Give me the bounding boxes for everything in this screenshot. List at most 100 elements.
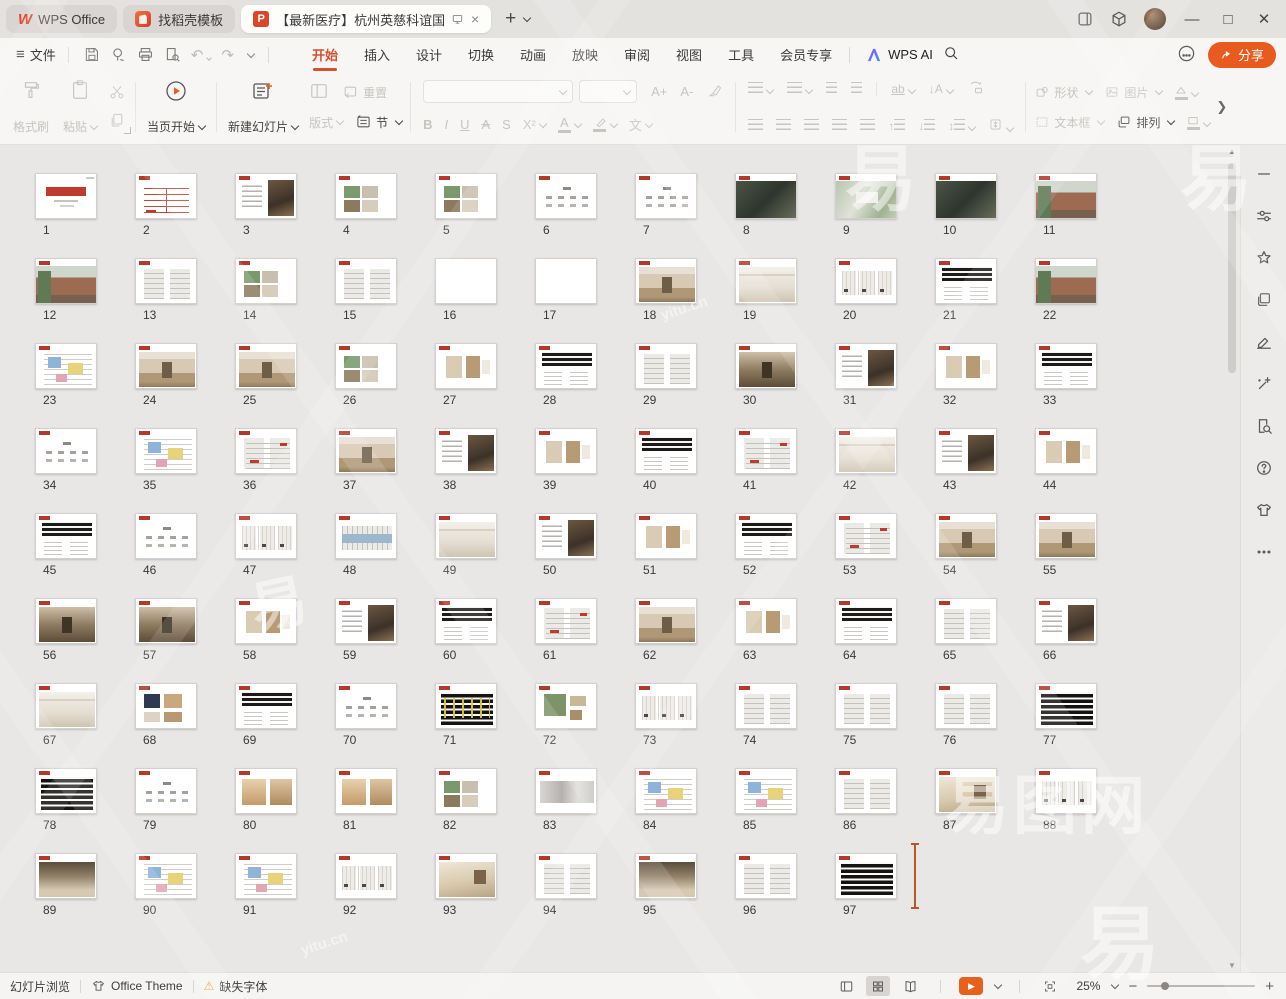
slide-thumbnail[interactable] (435, 598, 497, 644)
align-center-button[interactable] (776, 119, 791, 133)
3d-cube-icon[interactable] (1110, 10, 1128, 28)
slide-thumbnail[interactable] (335, 258, 397, 304)
char-spacing-button[interactable]: ab (891, 82, 914, 96)
slide-thumbnail[interactable] (935, 768, 997, 814)
view-mode-label[interactable]: 幻灯片浏览 (10, 978, 70, 995)
shapes-button[interactable]: 形状 (1034, 84, 1092, 101)
expand-ribbon-chevron[interactable]: ❯ (1216, 99, 1227, 115)
slide-thumbnail[interactable] (135, 853, 197, 899)
output-button[interactable] (110, 46, 127, 63)
slide-thumbnail[interactable] (635, 683, 697, 729)
italic-button[interactable]: I (444, 117, 448, 132)
slide-thumbnail[interactable] (1035, 598, 1097, 644)
print-button[interactable] (137, 46, 154, 63)
slide-thumbnail[interactable] (135, 598, 197, 644)
play-options-chevron[interactable] (994, 981, 1002, 989)
text-direction-button[interactable]: ↓A (929, 82, 953, 96)
slide-thumbnail[interactable] (835, 173, 897, 219)
slide-thumbnail[interactable] (935, 683, 997, 729)
service-icon[interactable] (1177, 44, 1196, 66)
tab-list-chevron-icon[interactable] (523, 14, 531, 22)
slide-thumbnail[interactable] (35, 853, 97, 899)
justify-button[interactable] (832, 119, 847, 133)
layout-button[interactable]: 版式 (309, 114, 343, 131)
slide-thumbnail[interactable] (235, 428, 297, 474)
zoom-value[interactable]: 25% (1070, 979, 1100, 993)
slide-thumbnail[interactable] (935, 598, 997, 644)
menu-item-插入[interactable]: 插入 (353, 40, 401, 69)
wps-ai-button[interactable]: WPS AI (866, 47, 933, 62)
slide-thumbnail[interactable] (1035, 768, 1097, 814)
clipboard-dialog-launcher[interactable] (124, 127, 131, 134)
spacing-decrease-button[interactable]: ↓ (918, 119, 935, 133)
font-color-button[interactable]: A (558, 116, 581, 133)
favorites-icon[interactable] (1255, 249, 1273, 267)
document-tab[interactable]: 找稻壳模板 (123, 5, 235, 33)
slide-thumbnail[interactable] (835, 853, 897, 899)
slide-sorter-view-button[interactable] (866, 976, 890, 996)
skin-icon[interactable] (1255, 501, 1273, 519)
new-slide-button[interactable]: 新建幻灯片 (221, 76, 305, 138)
slide-thumbnail[interactable] (535, 853, 597, 899)
file-menu-button[interactable]: ≡ 文件 (10, 45, 62, 64)
paste-button[interactable]: 粘贴 (56, 76, 104, 138)
menu-item-切换[interactable]: 切换 (457, 40, 505, 69)
collapse-icon[interactable] (1255, 165, 1273, 183)
smartart-convert-button[interactable] (967, 80, 984, 98)
slide-thumbnail[interactable] (735, 258, 797, 304)
menu-item-会员专享[interactable]: 会员专享 (769, 40, 843, 69)
slide-thumbnail[interactable] (435, 513, 497, 559)
slide-thumbnail[interactable] (635, 173, 697, 219)
slide-thumbnail[interactable] (535, 258, 597, 304)
slide-thumbnail[interactable] (835, 343, 897, 389)
slide-thumbnail[interactable] (1035, 173, 1097, 219)
slide-thumbnail[interactable] (635, 853, 697, 899)
slide-thumbnail[interactable] (135, 428, 197, 474)
layout-icon[interactable] (309, 82, 329, 103)
slide-thumbnail[interactable] (35, 513, 97, 559)
slide-thumbnail[interactable] (35, 343, 97, 389)
document-tab[interactable]: WWPS Office (6, 5, 117, 33)
slide-thumbnail[interactable] (135, 768, 197, 814)
slide-thumbnail[interactable] (735, 428, 797, 474)
decrease-font-button[interactable]: A- (680, 84, 693, 99)
undo-button[interactable]: ↶ (191, 46, 212, 64)
slide-thumbnail[interactable] (1035, 343, 1097, 389)
play-from-current-button[interactable]: 当页开始 (140, 76, 212, 138)
font-name-select[interactable] (423, 80, 573, 103)
spacing-increase-button[interactable]: ↑ (888, 119, 905, 133)
slide-thumbnail[interactable] (835, 428, 897, 474)
strikethrough-button[interactable]: S (502, 117, 511, 132)
slide-thumbnail[interactable] (335, 853, 397, 899)
slide-thumbnail[interactable] (835, 258, 897, 304)
slide-thumbnail[interactable] (735, 173, 797, 219)
slide-thumbnail[interactable] (535, 513, 597, 559)
slide-thumbnail[interactable] (235, 173, 297, 219)
textbox-button[interactable]: 文本框 (1034, 114, 1104, 131)
maximize-button[interactable]: □ (1218, 11, 1238, 28)
beautify-icon[interactable] (1255, 375, 1273, 393)
slide-thumbnail[interactable] (235, 343, 297, 389)
close-tab-icon[interactable]: × (471, 11, 479, 27)
zoom-out-button[interactable]: − (1126, 978, 1139, 995)
print-preview-button[interactable] (164, 46, 181, 63)
slide-thumbnail[interactable] (335, 683, 397, 729)
decrease-indent-button[interactable] (826, 82, 837, 96)
increase-font-button[interactable]: A+ (651, 84, 667, 99)
slide-thumbnail[interactable] (335, 428, 397, 474)
slide-thumbnail[interactable] (435, 853, 497, 899)
slideshow-play-button[interactable]: ▶ (959, 977, 983, 995)
help-icon[interactable] (1255, 459, 1273, 477)
slide-thumbnail[interactable] (35, 598, 97, 644)
slide-thumbnail[interactable] (735, 768, 797, 814)
arrange-button[interactable]: 排列 (1116, 114, 1174, 131)
reading-view-button[interactable] (898, 976, 922, 996)
slide-thumbnail[interactable] (1035, 683, 1097, 729)
slide-thumbnail[interactable] (135, 258, 197, 304)
slide-thumbnail[interactable] (535, 683, 597, 729)
missing-fonts-button[interactable]: ⚠ 缺失字体 (204, 978, 268, 995)
minimize-button[interactable]: — (1182, 11, 1202, 28)
align-left-button[interactable] (748, 119, 763, 133)
zoom-chevron[interactable] (1111, 981, 1119, 989)
bullet-list-button[interactable] (748, 82, 773, 96)
